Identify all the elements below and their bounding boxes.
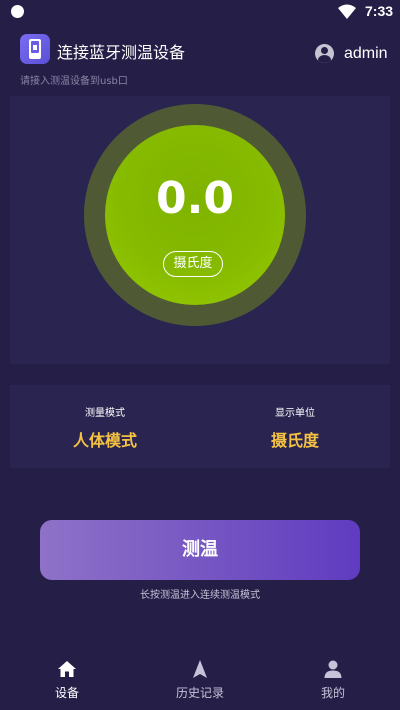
username[interactable]: admin [344, 45, 388, 63]
nav-item-device[interactable]: 设备 [0, 650, 134, 710]
header: 连接蓝牙测温设备 请接入测温设备到usb口 admin [0, 28, 400, 88]
measure-mode-selector[interactable]: 测量模式 人体模式 [10, 385, 200, 468]
person-icon [324, 660, 342, 678]
temperature-value: 0.0 [156, 173, 234, 224]
device-title[interactable]: 连接蓝牙测温设备 [57, 39, 185, 63]
bottom-nav: 设备 历史记录 我的 [0, 650, 400, 710]
display-unit-selector[interactable]: 显示单位 摄氏度 [200, 385, 390, 468]
display-unit-label: 显示单位 [275, 408, 315, 419]
display-unit-value: 摄氏度 [270, 431, 319, 450]
user-icon[interactable] [315, 44, 334, 63]
measure-mode-label: 测量模式 [85, 408, 125, 419]
measure-button[interactable]: 测温 [40, 520, 360, 580]
phone-icon[interactable] [20, 34, 50, 64]
status-bar: 7:33 [0, 0, 400, 24]
wifi-icon [338, 4, 356, 19]
nav-label-mine: 我的 [320, 686, 345, 700]
measure-mode-value: 人体模式 [72, 431, 137, 450]
nav-item-mine[interactable]: 我的 [266, 650, 400, 710]
status-time: 7:33 [365, 3, 394, 19]
gauge-panel: 0.0 摄氏度 [10, 96, 390, 364]
nav-item-history[interactable]: 历史记录 [133, 650, 267, 710]
nav-label-device: 设备 [54, 686, 79, 700]
temperature-gauge: 0.0 摄氏度 [105, 125, 285, 305]
nav-label-history: 历史记录 [175, 686, 224, 700]
notification-dot-icon [11, 5, 24, 18]
device-subtitle: 请接入测温设备到usb口 [20, 76, 128, 87]
temperature-gauge-ring: 0.0 摄氏度 [84, 104, 306, 326]
measure-hint: 长按测温进入连续测温模式 [140, 590, 260, 601]
mode-panel: 测量模式 人体模式 显示单位 摄氏度 [10, 385, 390, 468]
navigation-arrow-icon [193, 660, 207, 678]
unit-badge: 摄氏度 [163, 251, 223, 277]
home-icon [58, 661, 76, 677]
